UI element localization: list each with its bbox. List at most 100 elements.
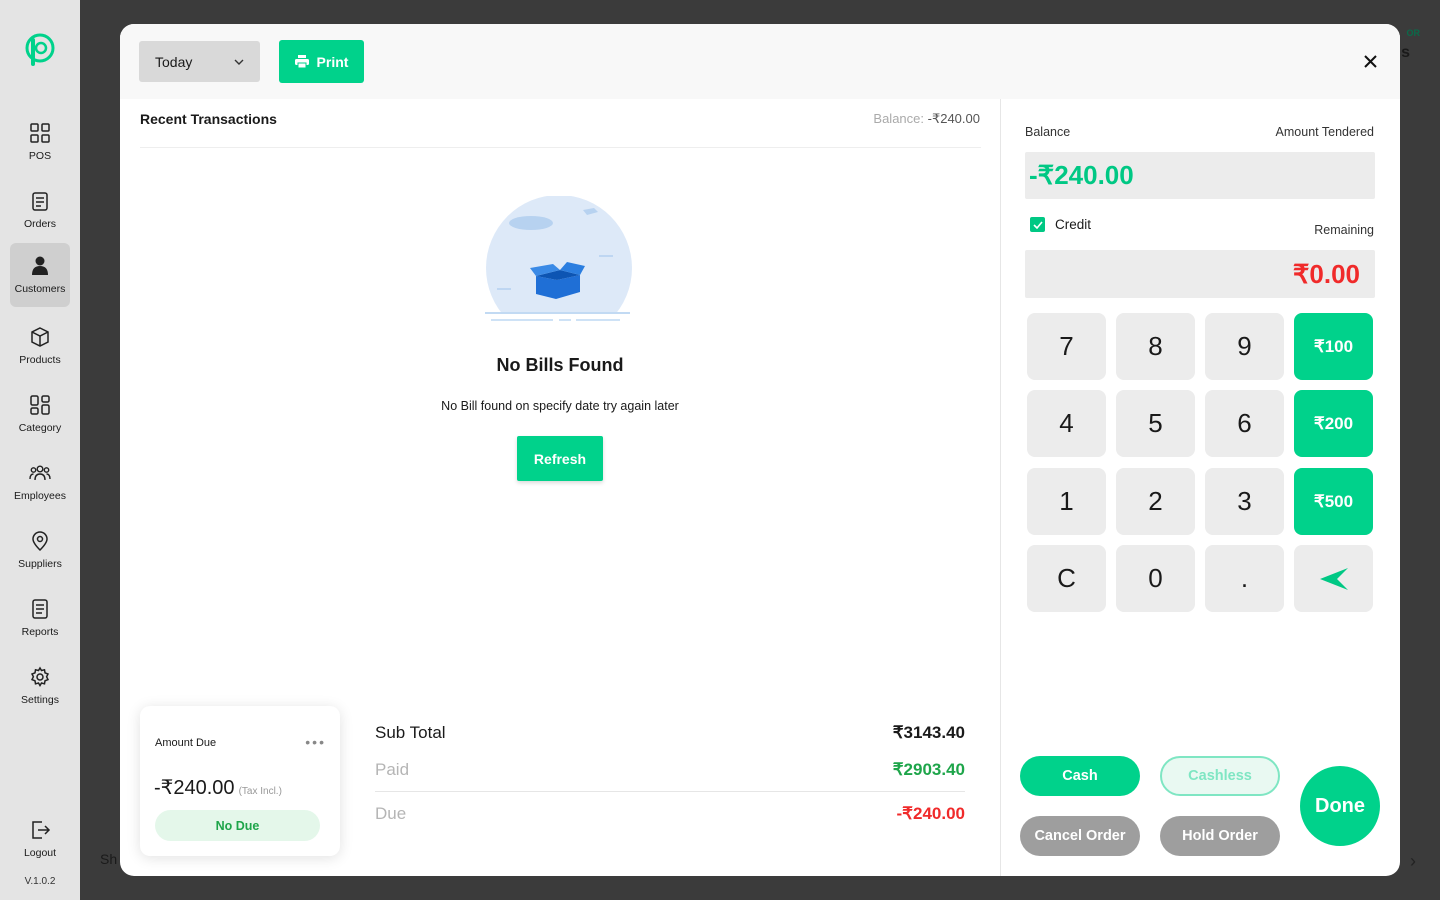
keypad-1[interactable]: 1	[1027, 468, 1106, 535]
sidebar-item-reports[interactable]: Reports	[10, 587, 70, 649]
background-tag: OR	[1406, 28, 1421, 38]
printer-icon	[294, 55, 309, 68]
done-button[interactable]: Done	[1300, 766, 1380, 846]
logout-icon	[32, 821, 51, 839]
amount-due-title: Amount Due	[155, 737, 217, 749]
tax-note: (Tax Incl.)	[238, 786, 282, 797]
balance-label: Balance:	[873, 111, 924, 126]
keypad-4[interactable]: 4	[1027, 390, 1106, 457]
print-label: Print	[316, 53, 349, 70]
date-filter-select[interactable]: Today	[139, 41, 260, 82]
box-icon	[31, 327, 49, 347]
keypad-decimal[interactable]: .	[1205, 545, 1284, 612]
sidebar-item-label: Orders	[23, 218, 57, 230]
background-letter: s	[1401, 44, 1410, 61]
sidebar-item-products[interactable]: Products	[10, 315, 70, 377]
logout-label: Logout	[23, 847, 57, 859]
due-row: Due -₹240.00	[375, 804, 965, 824]
keypad-0[interactable]: 0	[1116, 545, 1195, 612]
due-value: -₹240.00	[896, 804, 965, 823]
paid-value: ₹2903.40	[892, 760, 965, 779]
location-icon	[32, 531, 48, 552]
balance-display: -₹240.00	[1025, 152, 1375, 199]
report-icon	[32, 599, 48, 619]
sidebar-item-category[interactable]: Category	[10, 383, 70, 445]
pane-divider	[1000, 99, 1001, 876]
sidebar-item-label: Settings	[21, 694, 59, 706]
keypad-9[interactable]: 9	[1205, 313, 1284, 380]
amount-due-card: Amount Due ••• -₹240.00 (Tax Incl.) No Du…	[140, 706, 340, 856]
subtotal-value: ₹3143.40	[892, 723, 965, 742]
empty-box-illustration	[483, 196, 633, 326]
close-icon	[1363, 54, 1377, 68]
clipboard-icon	[32, 192, 48, 211]
amount-due-value: -₹240.00 (Tax Incl.)	[154, 775, 282, 800]
paid-row: Paid ₹2903.40	[375, 760, 965, 780]
backspace-arrow-icon	[1319, 567, 1348, 590]
grid-icon	[30, 123, 50, 143]
keypad-2[interactable]: 2	[1116, 468, 1195, 535]
keypad-3[interactable]: 3	[1205, 468, 1284, 535]
quick-amount-200[interactable]: ₹200	[1294, 390, 1373, 457]
cash-button[interactable]: Cash	[1020, 756, 1140, 796]
cancel-order-button[interactable]: Cancel Order	[1020, 816, 1140, 856]
keypad-6[interactable]: 6	[1205, 390, 1284, 457]
balance-label: Balance	[1025, 125, 1071, 139]
credit-label: Credit	[1055, 217, 1092, 232]
subtotal-row: Sub Total ₹3143.40	[375, 723, 965, 743]
checkbox-check-icon	[1030, 217, 1045, 232]
sidebar-item-settings[interactable]: Settings	[10, 655, 70, 717]
divider	[140, 147, 981, 148]
group-icon	[29, 465, 51, 481]
amount-tendered-label: Amount Tendered	[1275, 125, 1374, 139]
transactions-balance: Balance: -₹240.00	[873, 111, 980, 127]
keypad-8[interactable]: 8	[1116, 313, 1195, 380]
close-button[interactable]	[1360, 50, 1380, 72]
app-logo	[25, 33, 55, 66]
gear-icon	[30, 666, 50, 687]
sidebar-item-label: Reports	[21, 626, 59, 638]
keypad-backspace[interactable]	[1294, 545, 1373, 612]
sidebar-item-customers[interactable]: Customers	[10, 243, 70, 307]
divider	[375, 791, 965, 792]
modal-header: Today Print	[120, 24, 1400, 99]
refresh-button[interactable]: Refresh	[517, 436, 603, 481]
sidebar-item-label: POS	[28, 150, 52, 162]
sidebar-item-employees[interactable]: Employees	[10, 451, 70, 513]
sidebar-item-label: Suppliers	[18, 558, 62, 570]
sidebar-item-pos[interactable]: POS	[10, 111, 70, 173]
sidebar-item-orders[interactable]: Orders	[10, 179, 70, 241]
background-chevron-icon: ›	[1410, 851, 1416, 871]
app-version: V.1.0.2	[24, 876, 56, 887]
keypad-7[interactable]: 7	[1027, 313, 1106, 380]
chevron-down-icon	[234, 59, 244, 65]
logout-button[interactable]: Logout	[10, 808, 70, 870]
sidebar-item-label: Products	[19, 354, 61, 366]
balance-value: -₹240.00	[927, 111, 980, 126]
sidebar-item-label: Category	[18, 422, 62, 434]
more-options-icon[interactable]: •••	[305, 734, 326, 750]
sidebar-item-label: Employees	[14, 490, 66, 502]
recent-transactions-title: Recent Transactions	[140, 111, 277, 127]
credit-checkbox[interactable]: Credit	[1030, 217, 1091, 232]
paid-label: Paid	[375, 760, 410, 779]
quick-amount-100[interactable]: ₹100	[1294, 313, 1373, 380]
keypad-clear[interactable]: C	[1027, 545, 1106, 612]
category-icon	[30, 395, 50, 415]
quick-amount-500[interactable]: ₹500	[1294, 468, 1373, 535]
amount-due-amount: -₹240.00	[154, 777, 235, 799]
person-icon	[32, 256, 48, 275]
remaining-display: ₹0.00	[1025, 250, 1375, 298]
cashless-button[interactable]: Cashless	[1160, 756, 1280, 796]
payment-modal: Today Print Recent Transactions Balance:…	[120, 24, 1400, 876]
keypad-5[interactable]: 5	[1116, 390, 1195, 457]
hold-order-button[interactable]: Hold Order	[1160, 816, 1280, 856]
print-button[interactable]: Print	[279, 40, 364, 83]
empty-state-title: No Bills Found	[496, 355, 624, 375]
remaining-label: Remaining	[1314, 223, 1374, 237]
date-filter-value: Today	[155, 53, 193, 70]
sidebar-item-suppliers[interactable]: Suppliers	[10, 519, 70, 581]
sidebar-item-label: Customers	[14, 283, 66, 295]
subtotal-label: Sub Total	[375, 723, 446, 742]
status-badge: No Due	[155, 810, 320, 841]
